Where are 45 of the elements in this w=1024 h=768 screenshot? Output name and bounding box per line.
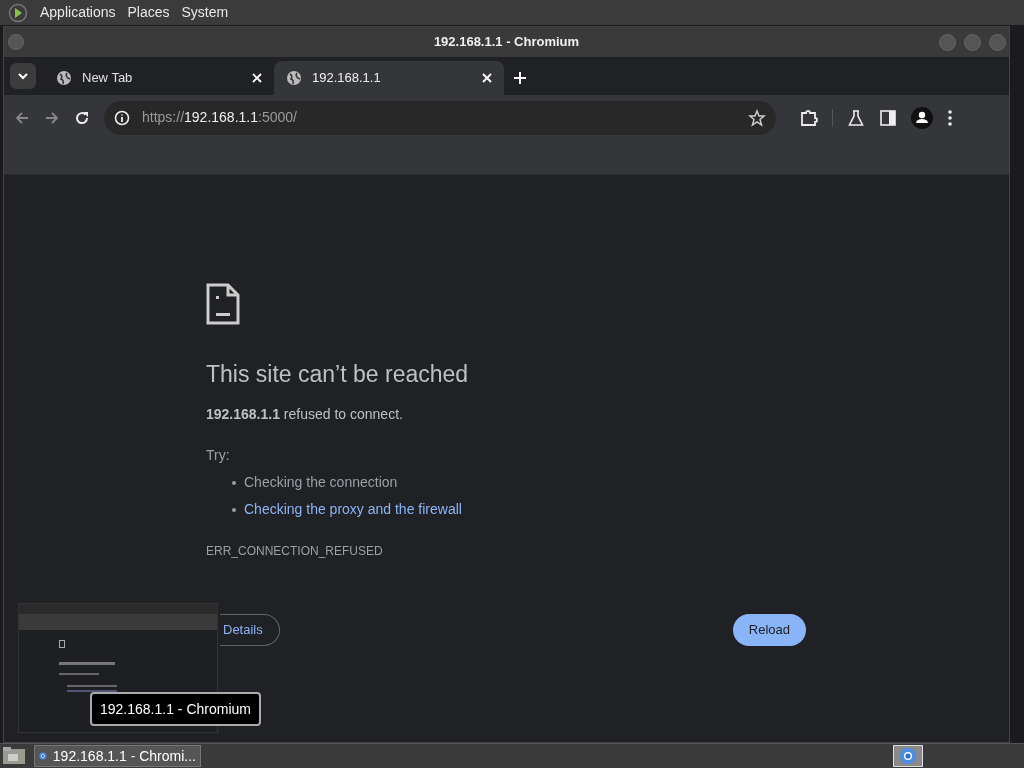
app-menu-icon[interactable] bbox=[8, 2, 28, 23]
side-panel-icon[interactable] bbox=[879, 108, 897, 127]
tab-label: New Tab bbox=[82, 69, 134, 88]
show-desktop-icon[interactable] bbox=[2, 746, 28, 766]
bookmark-star-icon[interactable] bbox=[748, 108, 766, 127]
close-icon bbox=[252, 73, 262, 83]
close-icon bbox=[482, 73, 492, 83]
forward-icon[interactable] bbox=[44, 109, 60, 126]
profile-icon[interactable] bbox=[911, 106, 933, 129]
menu-icon[interactable] bbox=[947, 108, 953, 127]
window-title: 192.168.1.1 - Chromium bbox=[433, 33, 580, 52]
close-tab-button[interactable] bbox=[482, 73, 492, 83]
tab[interactable]: 192.168.1.1 bbox=[274, 61, 504, 95]
bullet-icon bbox=[232, 480, 236, 485]
info-icon[interactable] bbox=[114, 109, 130, 126]
chevron-down-icon bbox=[17, 72, 29, 80]
tab-search-button[interactable] bbox=[10, 63, 36, 89]
error-code: ERR_CONNECTION_REFUSED bbox=[206, 543, 383, 560]
close-tab-button[interactable] bbox=[252, 73, 262, 83]
tab-label: 192.168.1.1 bbox=[312, 69, 382, 88]
taskbar-button[interactable]: 192.168.1.1 - Chromi... bbox=[34, 745, 201, 767]
flask-icon[interactable] bbox=[847, 108, 865, 127]
menu-item[interactable]: System bbox=[181, 2, 229, 23]
tab[interactable]: New Tab bbox=[44, 61, 274, 95]
address-bar[interactable]: https://192.168.1.1:5000/ bbox=[104, 100, 776, 135]
globe-icon bbox=[56, 70, 72, 86]
try-label: Try: bbox=[206, 446, 230, 465]
puzzle-icon[interactable] bbox=[800, 108, 818, 127]
globe-icon bbox=[286, 70, 302, 86]
sad-page-icon bbox=[206, 283, 240, 325]
url-text: https://192.168.1.1:5000/ bbox=[142, 108, 298, 127]
plus-icon bbox=[514, 72, 526, 84]
menu-item[interactable]: Applications bbox=[40, 2, 116, 23]
menu-item[interactable]: Places bbox=[127, 2, 170, 23]
reload-button[interactable]: Reload bbox=[732, 614, 806, 646]
bullet-icon bbox=[232, 507, 236, 512]
tray-browser-button[interactable] bbox=[893, 745, 923, 767]
back-icon[interactable] bbox=[14, 109, 30, 126]
suggestion-text: Checking the connection bbox=[244, 473, 398, 492]
error-message: 192.168.1.1 refused to connect. bbox=[206, 405, 404, 424]
reload-icon[interactable] bbox=[74, 109, 90, 126]
browser-icon bbox=[899, 747, 917, 765]
tooltip: 192.168.1.1 - Chromium bbox=[90, 692, 261, 726]
error-heading: This site can’t be reached bbox=[206, 360, 470, 388]
link[interactable]: Checking the proxy and the firewall bbox=[244, 499, 462, 520]
